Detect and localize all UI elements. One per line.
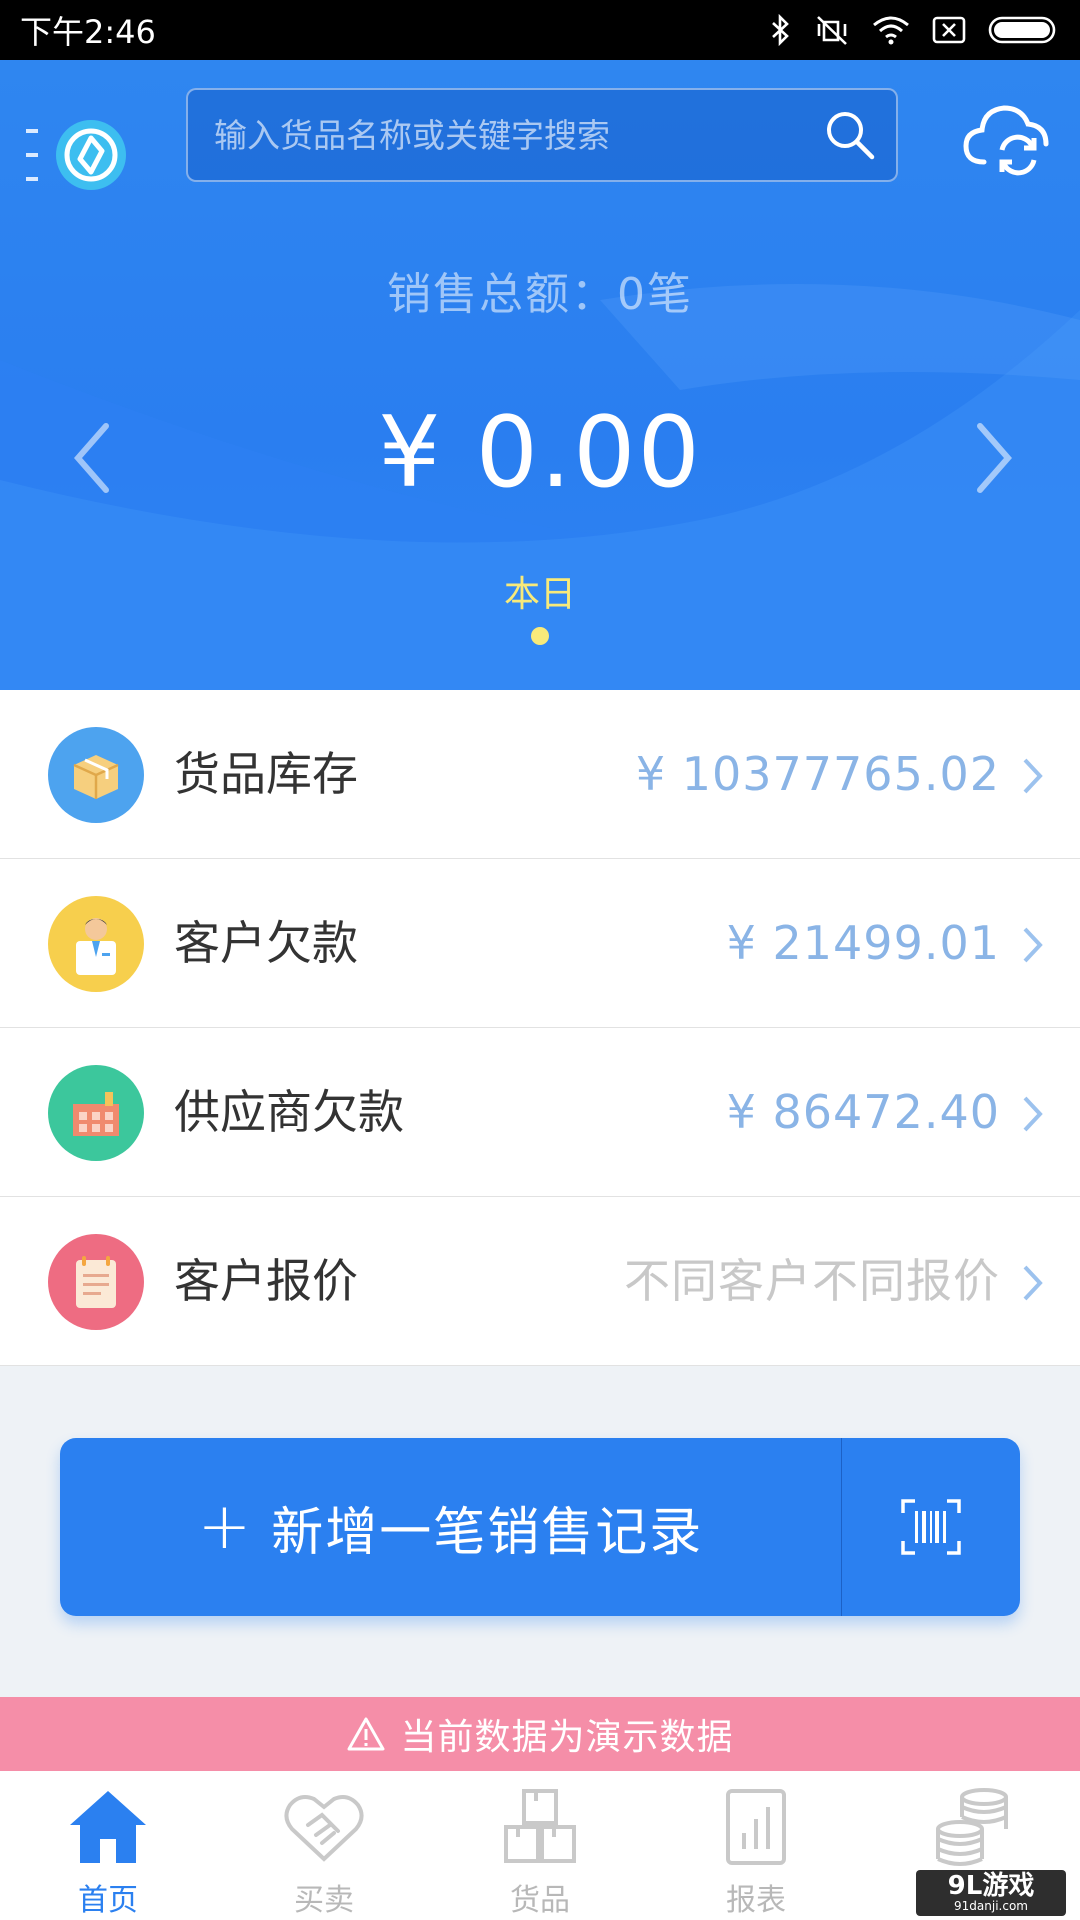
sales-amount: ¥ 0.00 [378,396,702,510]
inventory-value: ¥ 10377765.02 [635,747,1000,801]
status-time: 下午2:46 [20,13,156,51]
barcode-scan-button[interactable] [842,1438,1020,1616]
barcode-scan-icon [901,1499,961,1555]
add-sale-label: 新增一笔销售记录 [271,1502,704,1563]
status-bar: 下午2:46 [0,0,1080,60]
coins-icon [936,1788,1008,1866]
chevron-right-icon [1023,1096,1043,1132]
clipboard-icon [48,1234,144,1330]
chevron-right-icon [1023,758,1043,794]
period-label: 本日 [503,574,576,615]
no-sim-icon [932,16,966,44]
nav-trade-label: 买卖 [294,1883,354,1918]
customer-quote-value: 不同客户不同报价 [624,1254,1000,1308]
page-indicator-dot [531,627,549,645]
customer-debt-value: ¥ 21499.01 [726,916,1000,970]
search-box[interactable] [186,88,898,182]
warning-icon [347,1717,385,1751]
wifi-icon [873,16,909,45]
sales-total-label: 销售总额：0笔 [387,269,693,320]
battery-icon [988,16,1056,44]
plus-icon: + [197,1490,254,1564]
add-sale-button-group: + 新增一笔销售记录 [60,1438,1020,1616]
search-input[interactable] [212,114,824,156]
menu-button[interactable] [26,110,136,200]
chevron-right-icon [1023,927,1043,963]
customer-quote-label: 客户报价 [174,1254,358,1308]
watermark-main: 9L游戏 [947,1871,1035,1901]
cloud-sync-icon[interactable] [962,98,1050,178]
nav-goods[interactable]: 货品 [432,1771,648,1920]
handshake-icon [284,1795,364,1862]
customer-debt-label: 客户欠款 [174,916,358,970]
header: 销售总额：0笔 ¥ 0.00 本日 [0,60,1080,690]
add-sale-button[interactable]: + 新增一笔销售记录 [60,1438,841,1616]
search-icon[interactable] [824,109,876,161]
list-item-inventory[interactable]: 货品库存 ¥ 10377765.02 [0,690,1080,859]
boxes-icon [504,1789,576,1863]
customer-icon [48,896,144,992]
nav-reports-label: 报表 [726,1883,786,1918]
menu-icon [26,129,38,181]
bluetooth-icon [772,14,789,46]
list-item-supplier-debt[interactable]: 供应商欠款 ¥ 86472.40 [0,1028,1080,1197]
list-item-customer-debt[interactable]: 客户欠款 ¥ 21499.01 [0,859,1080,1028]
inventory-label: 货品库存 [174,747,358,801]
home-icon [70,1791,146,1863]
supplier-debt-label: 供应商欠款 [174,1085,404,1139]
box-icon [48,727,144,823]
nav-trade[interactable]: 买卖 [216,1771,432,1920]
nav-goods-label: 货品 [510,1883,570,1918]
status-icons [770,14,1060,46]
vibrate-off-icon [817,16,847,45]
bar-chart-icon [726,1789,786,1865]
nav-home[interactable]: 首页 [0,1771,216,1920]
factory-icon [48,1065,144,1161]
summary-list: 货品库存 ¥ 10377765.02 客户欠款 ¥ 21499.01 供应商欠款… [0,690,1080,1366]
next-period-arrow-icon[interactable] [962,408,1022,508]
list-item-customer-quote[interactable]: 客户报价 不同客户不同报价 [0,1197,1080,1366]
nav-reports[interactable]: 报表 [648,1771,864,1920]
watermark-sub: 91danji.com [954,1899,1028,1913]
demo-data-text: 当前数据为演示数据 [400,1717,734,1758]
supplier-debt-value: ¥ 86472.40 [726,1085,1000,1139]
app-logo-icon [56,120,126,190]
chevron-right-icon [1023,1265,1043,1301]
nav-home-label: 首页 [78,1883,138,1918]
site-watermark: 9L游戏 91danji.com [916,1870,1066,1916]
demo-data-banner: 当前数据为演示数据 [0,1697,1080,1771]
